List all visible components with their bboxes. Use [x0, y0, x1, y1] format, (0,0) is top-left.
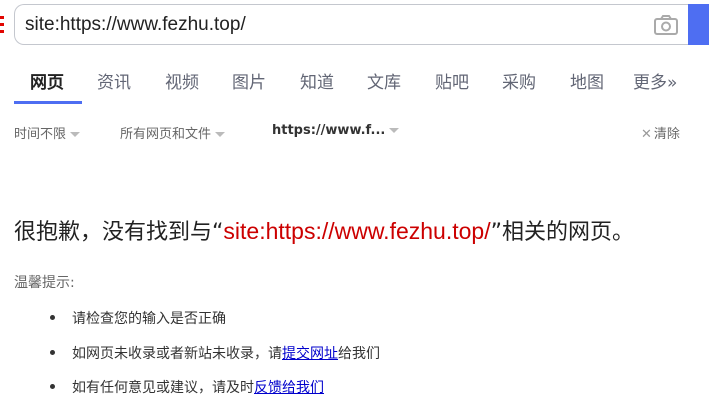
- message-suffix: ”相关的网页。: [490, 220, 634, 245]
- tab-purchase[interactable]: 采购: [502, 68, 536, 93]
- tab-tieba[interactable]: 贴吧: [435, 68, 469, 93]
- site-filter[interactable]: https://www.f...: [272, 123, 400, 138]
- list-item: 如网页未收录或者新站未收录，请提交网址给我们: [50, 343, 380, 363]
- close-icon: ✕: [641, 127, 652, 142]
- chevron-down-icon: [389, 128, 400, 133]
- tab-images[interactable]: 图片: [232, 68, 266, 93]
- bullet-icon: [50, 383, 55, 389]
- tab-more[interactable]: 更多»: [633, 68, 677, 93]
- type-filter-label: 所有网页和文件: [120, 127, 212, 142]
- no-results-message: 很抱歉，没有找到与“site:https://www.fezhu.top/”相关…: [14, 214, 634, 246]
- filter-bar: 时间不限 所有网页和文件 https://www.f... ✕ 清除: [0, 120, 709, 144]
- logo-fragment: [0, 14, 6, 36]
- submit-url-link[interactable]: 提交网址: [282, 346, 338, 362]
- time-filter[interactable]: 时间不限: [14, 123, 81, 142]
- tip-text: 如有任何意见或建议，请及时: [72, 380, 254, 396]
- search-box: [14, 4, 688, 45]
- site-filter-label: https://www.f...: [272, 123, 386, 138]
- tip-text: 如网页未收录或者新站未收录，请: [72, 346, 282, 362]
- bullet-icon: [50, 349, 55, 355]
- tab-zhidao[interactable]: 知道: [300, 68, 334, 93]
- tab-map[interactable]: 地图: [570, 68, 604, 93]
- tip-title: 温馨提示:: [14, 275, 75, 291]
- active-tab-indicator: [14, 101, 82, 104]
- search-button[interactable]: [688, 4, 709, 45]
- time-filter-label: 时间不限: [14, 127, 67, 142]
- search-input[interactable]: [25, 5, 625, 44]
- feedback-link[interactable]: 反馈给我们: [254, 380, 324, 396]
- type-filter[interactable]: 所有网页和文件: [120, 123, 226, 142]
- tab-news[interactable]: 资讯: [97, 68, 131, 93]
- chevron-down-icon: [215, 132, 226, 137]
- tip-text: 请检查您的输入是否正确: [72, 311, 226, 327]
- camera-icon[interactable]: [653, 14, 679, 36]
- list-item: 如有任何意见或建议，请及时反馈给我们: [50, 377, 324, 397]
- tab-web[interactable]: 网页: [30, 68, 64, 93]
- clear-label: 清除: [653, 127, 680, 142]
- tip-text-after: 给我们: [338, 346, 380, 362]
- clear-filters-button[interactable]: ✕ 清除: [641, 123, 680, 142]
- tab-video[interactable]: 视频: [165, 68, 199, 93]
- tab-wenku[interactable]: 文库: [367, 68, 401, 93]
- bullet-icon: [50, 314, 55, 320]
- list-item: 请检查您的输入是否正确: [50, 308, 226, 328]
- query-text: site:https://www.fezhu.top/: [223, 218, 491, 244]
- chevron-down-icon: [70, 132, 81, 137]
- search-tabs: 网页 资讯 视频 图片 知道 文库 贴吧 采购 地图 更多»: [0, 58, 709, 106]
- message-prefix: 很抱歉，没有找到与“: [14, 220, 224, 245]
